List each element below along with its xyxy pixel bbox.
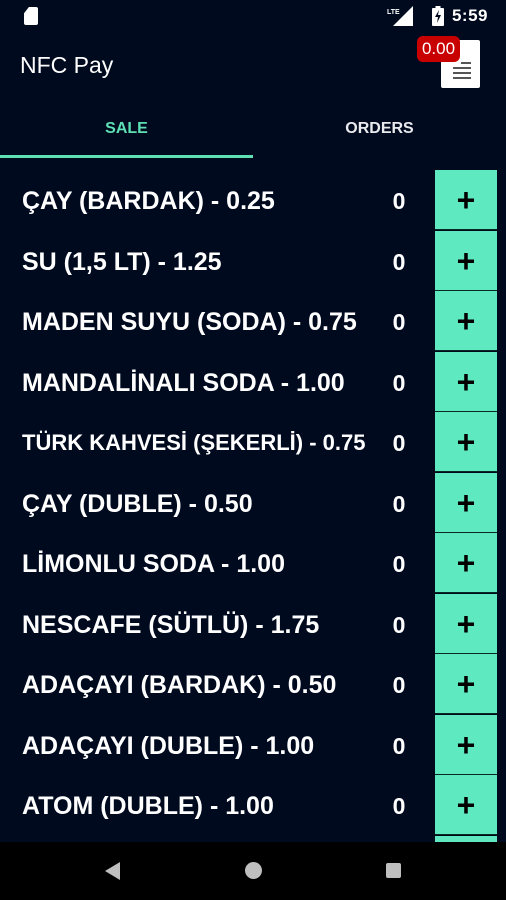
list-item: MANDALİNALI SODA - 1.00 0 + [0,351,506,413]
add-button[interactable]: + [435,714,497,775]
add-button[interactable]: + [435,533,497,593]
item-quantity: 0 [392,309,406,335]
tab-bar: SALE ORDERS [0,100,506,158]
list-item: ÇAY (DUBLE) - 0.50 0 + [0,472,506,534]
item-quantity: 0 [392,430,406,456]
status-time: 5:59 [451,6,488,25]
add-button[interactable]: + [435,291,497,351]
list-item: MADEN SUYU (SODA) - 0.75 0 + [0,291,506,352]
item-name: NESCAFE (SÜTLÜ) - 1.75 [22,610,320,639]
tab-orders[interactable]: ORDERS [253,100,506,158]
item-quantity: 0 [392,490,406,517]
recents-square-icon[interactable] [386,863,401,878]
item-quantity: 0 [392,611,406,638]
item-quantity: 0 [392,793,406,819]
list-item: ATOM (DUBLE) - 1.00 0 + [0,775,506,836]
list-item: ADAÇAYI (BARDAK) - 0.50 0 + [0,654,506,715]
add-button[interactable]: + [435,351,497,412]
item-name: ÇAY (BARDAK) - 0.25 [22,187,275,215]
item-quantity: 0 [392,188,406,214]
app-title: NFC Pay [20,52,114,78]
list-item: ADAÇAYI (DUBLE) - 1.00 0 + [0,714,506,776]
item-name: ADAÇAYI (BARDAK) - 0.50 [22,671,337,699]
item-name: TÜRK KAHVESİ (ŞEKERLİ) - 0.75 [22,430,366,455]
list-item: NESCAFE (SÜTLÜ) - 1.75 0 + [0,593,506,655]
item-quantity: 0 [392,248,406,275]
item-name: LİMONLU SODA - 1.00 [22,550,285,578]
network-type-label: LTE [387,9,400,16]
add-button[interactable]: + [435,775,497,835]
cart-total-badge[interactable]: 0.00 [417,36,460,62]
add-button[interactable]: + [435,654,497,714]
back-triangle-icon[interactable] [105,862,120,880]
item-name: MANDALİNALI SODA - 1.00 [22,368,345,397]
list-item: SU (1,5 LT) - 1.25 0 + [0,230,506,292]
add-button[interactable]: + [435,472,497,533]
item-name: ÇAY (DUBLE) - 0.50 [22,489,253,518]
sim-card-icon [24,7,38,25]
add-button[interactable]: + [435,170,497,230]
system-nav-bar [0,842,506,900]
list-item: TÜRK KAHVESİ (ŞEKERLİ) - 0.75 0 + [0,412,506,473]
item-name: SU (1,5 LT) - 1.25 [22,247,222,276]
home-circle-icon[interactable] [245,862,262,879]
item-quantity: 0 [392,551,406,577]
item-quantity: 0 [392,369,406,396]
add-button[interactable]: + [435,593,497,654]
signal-lte-icon: LTE [387,6,413,26]
item-name: ATOM (DUBLE) - 1.00 [22,792,274,820]
item-name: ADAÇAYI (DUBLE) - 1.00 [22,731,315,760]
active-tab-indicator [0,155,253,158]
status-bar: LTE 5:59 [0,0,506,32]
tab-sale[interactable]: SALE [0,100,253,158]
item-quantity: 0 [392,732,406,759]
item-name: MADEN SUYU (SODA) - 0.75 [22,308,357,336]
product-list: ÇAY (BARDAK) - 0.25 0 + SU (1,5 LT) - 1.… [0,170,506,842]
add-button[interactable]: + [435,412,497,472]
item-quantity: 0 [392,672,406,698]
list-item: LİMONLU SODA - 1.00 0 + [0,533,506,594]
list-item: ÇAY (BARDAK) - 0.25 0 + [0,170,506,231]
add-button[interactable]: + [435,230,497,291]
battery-charging-icon [432,6,444,26]
